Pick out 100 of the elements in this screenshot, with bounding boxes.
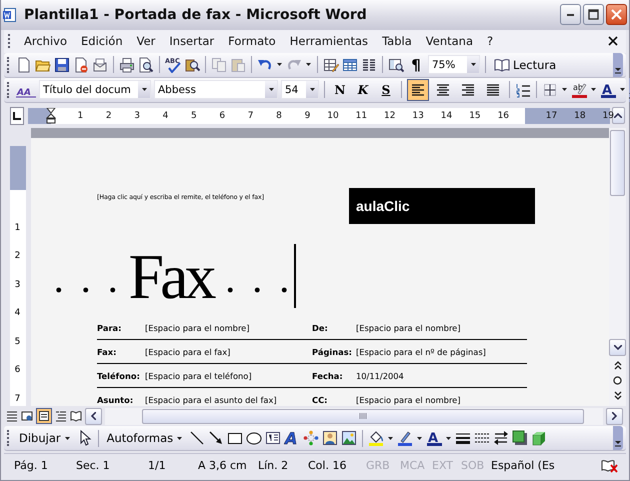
next-page-icon[interactable] xyxy=(614,391,622,400)
caret-icon[interactable] xyxy=(64,434,71,442)
menu-item[interactable]: Herramientas xyxy=(282,32,376,50)
spelling-status-icon[interactable] xyxy=(601,458,618,474)
minimize-button[interactable] xyxy=(560,4,581,26)
font-size-field[interactable]: 54 xyxy=(281,80,319,100)
oval-icon[interactable] xyxy=(246,430,262,446)
field-value[interactable]: [Espacio para el nº de páginas] xyxy=(356,346,527,357)
draw-menu-button[interactable]: Dibujar xyxy=(16,430,74,446)
arrow-style-icon[interactable] xyxy=(493,430,510,446)
new-document-icon[interactable] xyxy=(16,56,32,73)
align-left-button[interactable] xyxy=(407,78,429,101)
table-pencil-icon[interactable] xyxy=(323,56,339,73)
caret-icon[interactable] xyxy=(140,86,148,94)
menu-item[interactable]: Insertar xyxy=(162,32,222,50)
email-icon[interactable] xyxy=(92,56,108,73)
line-icon[interactable] xyxy=(189,430,206,446)
ruler-number: 1 xyxy=(76,110,84,121)
caret-icon[interactable] xyxy=(590,86,597,94)
bold-button[interactable]: N xyxy=(330,80,350,100)
reading-button[interactable]: Lectura xyxy=(491,56,560,74)
caret-icon[interactable] xyxy=(619,86,626,94)
menu-item[interactable]: Tabla xyxy=(375,32,419,50)
menu-item[interactable]: Ver xyxy=(130,32,162,50)
table-grid-icon[interactable] xyxy=(342,56,358,73)
document-permission-icon[interactable] xyxy=(73,56,89,73)
diagram-icon[interactable] xyxy=(303,430,320,446)
outline-view-icon[interactable] xyxy=(55,410,67,422)
toolbar-options-icon[interactable] xyxy=(615,68,621,74)
image-icon[interactable] xyxy=(341,430,358,446)
maximize-button[interactable] xyxy=(583,4,604,26)
status-field: Sec. 1 xyxy=(66,459,138,472)
menu-item[interactable]: Edición xyxy=(74,32,130,50)
wordart-button[interactable]: A xyxy=(284,430,300,446)
close-document-icon[interactable] xyxy=(608,36,618,46)
italic-button[interactable]: K xyxy=(353,80,373,100)
show-formatting-button[interactable]: ¶ xyxy=(407,56,425,74)
normal-view-icon[interactable] xyxy=(6,410,18,422)
columns-icon[interactable] xyxy=(361,56,377,73)
vertical-scrollbar[interactable] xyxy=(609,128,626,406)
document-map-icon[interactable] xyxy=(388,56,404,73)
print-preview-icon[interactable] xyxy=(138,56,154,73)
menu-item[interactable]: Formato xyxy=(221,32,283,50)
menu-item[interactable]: ? xyxy=(480,32,500,50)
horizontal-scrollbar[interactable] xyxy=(105,408,603,425)
word-document-icon[interactable] xyxy=(3,6,19,23)
menu-item[interactable]: Archivo xyxy=(17,32,74,50)
printer-icon[interactable] xyxy=(119,56,135,73)
caret-icon[interactable] xyxy=(561,86,568,94)
menu-item[interactable]: Ventana xyxy=(418,32,480,50)
field-value[interactable]: [Espacio para el nombre] xyxy=(356,322,527,333)
field-value[interactable]: [Espacio para el asunto del fax] xyxy=(145,395,312,406)
caret-icon[interactable] xyxy=(176,434,184,442)
font-field[interactable]: Abbess xyxy=(154,80,278,100)
scroll-thumb[interactable] xyxy=(610,130,625,196)
scroll-up-button[interactable] xyxy=(612,107,625,124)
brush-icon[interactable] xyxy=(397,430,414,446)
indent-marker-icon[interactable] xyxy=(46,108,56,124)
field-value[interactable]: [Espacio para el nombre] xyxy=(356,395,527,406)
text-box-icon[interactable] xyxy=(265,430,282,446)
rectangle-icon[interactable] xyxy=(227,430,244,446)
scroll-left-button[interactable] xyxy=(85,408,102,425)
reading-view-icon[interactable] xyxy=(70,410,82,422)
caret-icon[interactable] xyxy=(308,86,316,94)
numbered-list-icon[interactable] xyxy=(515,82,531,98)
zoom-field[interactable]: 75% xyxy=(428,55,480,74)
fill-bucket-icon[interactable] xyxy=(368,430,384,446)
print-layout-view-button[interactable] xyxy=(36,408,52,424)
scroll-right-button[interactable] xyxy=(606,408,623,425)
caret-icon[interactable] xyxy=(416,434,424,442)
book-magnifier-icon[interactable] xyxy=(184,56,200,73)
field-value[interactable]: [Espacio para el nombre] xyxy=(145,322,312,333)
web-view-icon[interactable] xyxy=(21,410,33,422)
close-button[interactable] xyxy=(606,4,627,26)
arrow-icon[interactable] xyxy=(208,430,224,446)
border-grid-icon[interactable] xyxy=(542,82,558,98)
caret-icon[interactable] xyxy=(387,434,394,442)
caret-icon[interactable] xyxy=(305,61,312,68)
caret-icon[interactable] xyxy=(276,61,283,68)
scroll-down-button[interactable] xyxy=(609,339,626,356)
caret-icon[interactable] xyxy=(268,86,274,94)
cube-icon[interactable] xyxy=(531,430,548,446)
autoshapes-button[interactable]: Autoformas xyxy=(104,430,186,446)
scroll-thumb[interactable] xyxy=(142,408,584,424)
browse-object-icon[interactable] xyxy=(613,376,622,386)
font-color-button[interactable]: A xyxy=(600,82,616,98)
styles-button[interactable]: AA xyxy=(16,82,36,98)
field-value[interactable]: [Espacio para el fax] xyxy=(145,346,312,357)
caret-icon[interactable] xyxy=(470,61,476,68)
underline-button[interactable]: S xyxy=(376,80,396,100)
caret-icon[interactable] xyxy=(445,434,452,442)
tab-selector[interactable] xyxy=(10,106,24,125)
toolbar-options-icon[interactable] xyxy=(615,441,621,448)
shadow-square-icon[interactable] xyxy=(512,430,528,446)
field-value[interactable]: 10/11/2004 xyxy=(356,370,527,381)
font-color-button[interactable]: A xyxy=(426,430,442,446)
field-value[interactable]: [Espacio para el teléfono] xyxy=(145,370,312,381)
style-field[interactable]: Título del docum xyxy=(39,80,151,100)
clip-art-icon[interactable] xyxy=(322,430,338,446)
previous-page-icon[interactable] xyxy=(614,361,622,370)
